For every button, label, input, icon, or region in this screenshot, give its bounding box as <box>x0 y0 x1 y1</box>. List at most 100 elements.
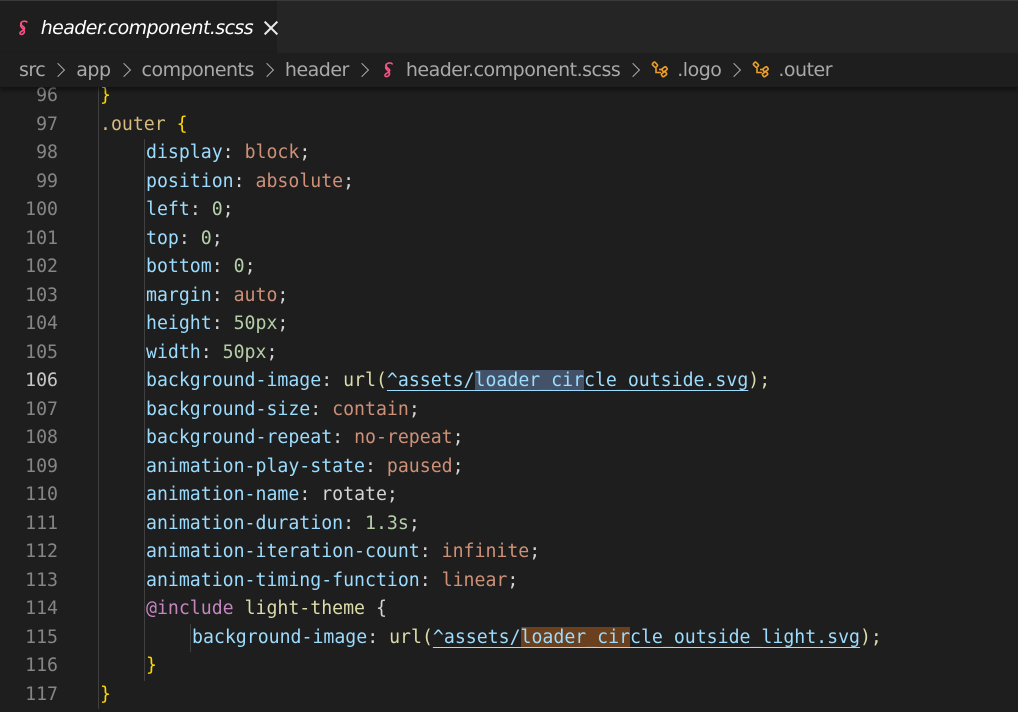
line-number: 115 <box>25 626 58 648</box>
code-line[interactable]: 99 position: absolute; <box>0 167 1018 197</box>
editor-tab-header-component-scss[interactable]: header.component.scss <box>0 1 277 54</box>
indent-guide <box>144 338 145 367</box>
code-text: margin: auto; <box>146 282 288 311</box>
sass-icon <box>384 62 393 78</box>
code-text: animation-play-state: paused; <box>146 453 464 482</box>
editor-tab-bar: header.component.scss <box>0 0 1018 54</box>
code-token: ; <box>299 142 311 163</box>
indent-guide <box>98 310 99 339</box>
chevron-right-icon <box>727 62 742 78</box>
code-line[interactable]: 111 animation-duration: 1.3s; <box>0 509 1018 539</box>
chevron-right-icon <box>626 62 641 78</box>
breadcrumb-item-header[interactable]: header <box>285 59 349 81</box>
code-token: loader_cir <box>520 626 631 648</box>
indent-guide <box>98 139 99 168</box>
code-text: top: 0; <box>146 225 223 254</box>
code-token: : <box>211 284 234 306</box>
code-line[interactable]: 103 margin: auto; <box>0 281 1018 311</box>
code-token: light-theme <box>244 598 366 619</box>
code-token: margin <box>146 284 212 306</box>
code-line[interactable]: 104 height: 50px; <box>0 310 1018 339</box>
code-token: absolute <box>255 170 344 192</box>
code-line[interactable]: 114 @include light-theme { <box>0 595 1018 624</box>
indent-guide <box>98 481 99 510</box>
indent-guide <box>98 167 99 196</box>
breadcrumb-item-outer[interactable]: .outer <box>752 59 833 81</box>
code-line[interactable]: 113 animation-timing-function: linear; <box>0 566 1018 595</box>
code-line[interactable]: 108 background-repeat: no-repeat; <box>0 424 1018 453</box>
code-text: animation-duration: 1.3s; <box>146 510 420 539</box>
code-text: .outer { <box>100 111 188 140</box>
breadcrumb-label: .logo <box>677 59 722 81</box>
breadcrumb-item-app[interactable]: app <box>76 59 111 81</box>
indent-guide <box>144 139 145 168</box>
indent-guide <box>144 481 145 510</box>
code-line[interactable]: 107 background-size: contain; <box>0 395 1018 424</box>
code-line[interactable]: 115 background-image: url(^assets/loader_… <box>0 623 1018 653</box>
code-text: background-image: url(^assets/loader_cir… <box>192 624 882 653</box>
code-line[interactable]: 102 bottom: 0; <box>0 253 1018 282</box>
code-token: no-repeat <box>354 427 453 448</box>
code-line[interactable]: 106 background-image: url(^assets/loader_… <box>0 367 1018 396</box>
code-token: : <box>211 256 234 277</box>
breadcrumb-item-file[interactable]: header.component.scss <box>380 59 621 81</box>
code-token: : <box>367 626 390 648</box>
css-selector-icon <box>753 61 770 78</box>
code-editor[interactable]: 96} 97 .outer {98 display: block; 99 position… <box>0 87 1018 712</box>
code-token: ; <box>386 484 398 505</box>
line-number: 117 <box>25 683 58 705</box>
code-token: 1.3s <box>365 512 409 534</box>
code-token: { <box>176 113 188 135</box>
code-token: : <box>299 484 322 505</box>
chevron-right-icon <box>354 62 369 78</box>
indent-guide <box>144 196 145 225</box>
code-line[interactable]: 100 left: 0; <box>0 196 1018 225</box>
code-token: ; <box>408 398 420 420</box>
breadcrumb-item-components[interactable]: components <box>142 59 255 81</box>
code-token: loader_cir <box>474 370 585 391</box>
breadcrumb-item-src[interactable]: src <box>19 59 46 81</box>
code-line[interactable]: 117} <box>0 680 1018 709</box>
code-text: position: absolute; <box>146 168 354 197</box>
code-token: : <box>211 313 234 334</box>
code-token: ; <box>507 569 519 591</box>
line-number: 98 <box>36 142 58 163</box>
breadcrumb-item-logo[interactable]: .logo <box>651 59 722 81</box>
code-token: : <box>310 398 333 420</box>
indent-guide <box>144 367 145 396</box>
breadcrumb-label: header.component.scss <box>405 59 621 81</box>
indent-guide <box>144 395 145 424</box>
indent-guide <box>98 538 99 567</box>
code-line[interactable]: 109 animation-play-state: paused; <box>0 452 1018 482</box>
code-token: background-size <box>146 398 311 420</box>
close-icon[interactable] <box>263 20 277 36</box>
breadcrumb-label: header <box>284 59 349 81</box>
code-line[interactable]: 112 animation-iteration-count: infinite; <box>0 538 1018 567</box>
code-token: ; <box>211 227 223 249</box>
code-token: } <box>100 683 111 705</box>
code-text: animation-name: rotate; <box>146 481 398 510</box>
code-token: left <box>146 199 190 220</box>
code-line[interactable]: 105 width: 50px; <box>0 338 1018 367</box>
code-text: } <box>100 87 111 111</box>
code-token: 0 <box>233 256 245 277</box>
code-line[interactable]: 110 animation-name: rotate; <box>0 481 1018 510</box>
code-line[interactable]: 101 top: 0; <box>0 224 1018 254</box>
code-line[interactable]: 116} <box>0 652 1018 681</box>
indent-guide <box>144 538 145 567</box>
code-token: ^assets/ <box>386 370 475 391</box>
code-line[interactable]: 98 display: block; <box>0 139 1018 168</box>
breadcrumb-label: app <box>76 59 111 81</box>
line-number: 104 <box>25 313 58 334</box>
indent-guide <box>144 652 145 681</box>
code-line[interactable]: 96} <box>0 87 1018 111</box>
line-number: 114 <box>25 598 58 619</box>
code-text: bottom: 0; <box>146 253 256 282</box>
code-token: : <box>419 569 442 591</box>
code-line[interactable]: 97 .outer { <box>0 110 1018 140</box>
indent-guide <box>98 595 99 624</box>
code-token: : <box>332 427 355 448</box>
indent-guide <box>98 196 99 225</box>
code-token: ; <box>452 427 464 448</box>
